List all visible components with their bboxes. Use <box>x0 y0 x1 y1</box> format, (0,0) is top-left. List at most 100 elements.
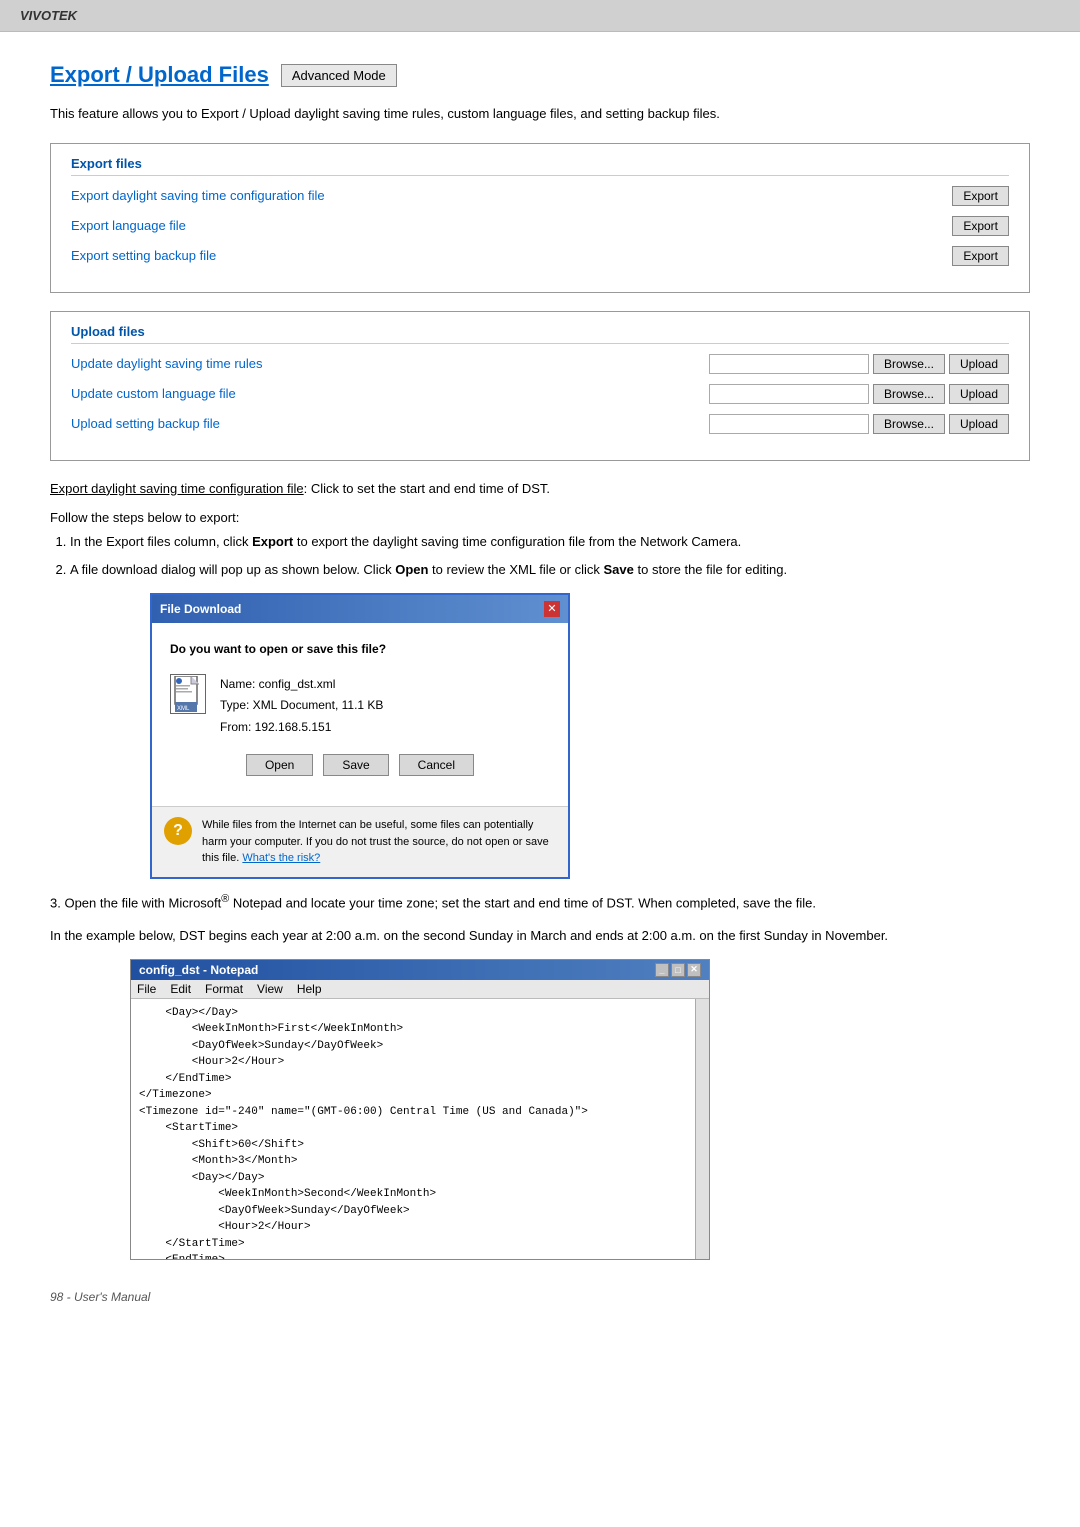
notepad-line: <Shift>60</Shift> <box>139 1137 701 1154</box>
notepad-line: <Month>3</Month> <box>139 1153 701 1170</box>
notepad-menu-edit[interactable]: Edit <box>170 982 191 996</box>
notepad-menu-view[interactable]: View <box>257 982 283 996</box>
notepad-line: <EndTime> <box>139 1252 701 1259</box>
dst-link[interactable]: Export daylight saving time configuratio… <box>50 481 304 496</box>
upload-backup-button[interactable]: Upload <box>949 414 1009 434</box>
warning-icon: ? <box>164 817 192 845</box>
notepad-line: </Timezone> <box>139 1087 701 1104</box>
upload-backup-label: Upload setting backup file <box>71 416 709 431</box>
footer-text: 98 - User's Manual <box>50 1290 1030 1304</box>
dst-link-desc: : Click to set the start and end time of… <box>304 481 550 496</box>
dialog-body: Do you want to open or save this file? X… <box>152 623 568 806</box>
upload-dst-input[interactable] <box>709 354 869 374</box>
notepad-menu-file[interactable]: File <box>137 982 156 996</box>
dialog-titlebar: File Download ✕ <box>152 595 568 623</box>
export-files-section: Export files Export daylight saving time… <box>50 143 1030 293</box>
notepad-line: </EndTime> <box>139 1071 701 1088</box>
export-lang-row: Export language file Export <box>71 216 1009 236</box>
file-download-dialog: File Download ✕ Do you want to open or s… <box>150 593 570 879</box>
svg-text:XML: XML <box>177 706 190 712</box>
page-title: Export / Upload Files <box>50 62 269 88</box>
notepad-menu-format[interactable]: Format <box>205 982 243 996</box>
notepad-line: <Day></Day> <box>139 1170 701 1187</box>
export-legend: Export files <box>65 156 1009 171</box>
notepad-scrollbar[interactable] <box>695 999 709 1259</box>
upload-legend: Upload files <box>65 324 1009 339</box>
notepad-menubar: File Edit Format View Help <box>131 980 709 999</box>
step3-prefix: Open the file with Microsoft <box>64 895 221 910</box>
notepad-line: <WeekInMonth>First</WeekInMonth> <box>139 1021 701 1038</box>
dialog-close-button[interactable]: ✕ <box>544 601 560 617</box>
upload-backup-row: Upload setting backup file Browse... Upl… <box>71 414 1009 434</box>
dialog-name: Name: config_dst.xml <box>220 674 383 696</box>
notepad-line: <Day></Day> <box>139 1005 701 1022</box>
dialog-buttons: Open Save Cancel <box>170 754 550 776</box>
upload-files-section: Upload files Update daylight saving time… <box>50 311 1030 461</box>
warning-text: While files from the Internet can be use… <box>202 817 556 867</box>
dialog-save-button[interactable]: Save <box>323 754 388 776</box>
step1-bold: Export <box>252 534 293 549</box>
export-dst-label: Export daylight saving time configuratio… <box>71 188 952 203</box>
upload-lang-button[interactable]: Upload <box>949 384 1009 404</box>
dialog-question: Do you want to open or save this file? <box>170 639 550 659</box>
export-backup-row: Export setting backup file Export <box>71 246 1009 266</box>
dst-instruction: Export daylight saving time configuratio… <box>50 479 1030 500</box>
step-2: A file download dialog will pop up as sh… <box>70 559 1030 879</box>
file-icon: XML <box>170 674 206 714</box>
notepad-title: config_dst - Notepad <box>139 963 258 977</box>
whats-risk-link[interactable]: What's the risk? <box>242 852 320 864</box>
upload-lang-row: Update custom language file Browse... Up… <box>71 384 1009 404</box>
advanced-mode-button[interactable]: Advanced Mode <box>281 64 397 87</box>
upload-lang-input[interactable] <box>709 384 869 404</box>
upload-dst-label: Update daylight saving time rules <box>71 356 709 371</box>
dialog-type: Type: XML Document, 11.1 KB <box>220 695 383 717</box>
dialog-open-button[interactable]: Open <box>246 754 313 776</box>
description-text: This feature allows you to Export / Uplo… <box>50 104 1030 125</box>
notepad-titlebar-buttons: _ □ ✕ <box>655 963 701 977</box>
step2-cont: to store the file for editing. <box>634 562 787 577</box>
notepad-line: </StartTime> <box>139 1236 701 1253</box>
step3-text: 3. Open the file with Microsoft® Notepad… <box>50 891 1030 914</box>
notepad-content: <Day></Day> <WeekInMonth>First</WeekInMo… <box>131 999 709 1259</box>
export-backup-button[interactable]: Export <box>952 246 1009 266</box>
notepad-line: <StartTime> <box>139 1120 701 1137</box>
step3-cont: Notepad and locate your time zone; set t… <box>229 895 816 910</box>
notepad-restore-button[interactable]: □ <box>671 963 685 977</box>
dialog-cancel-button[interactable]: Cancel <box>399 754 474 776</box>
notepad-line: <DayOfWeek>Sunday</DayOfWeek> <box>139 1203 701 1220</box>
notepad-line: <DayOfWeek>Sunday</DayOfWeek> <box>139 1038 701 1055</box>
step2-mid: to review the XML file or click <box>428 562 603 577</box>
step2-bold2: Save <box>604 562 634 577</box>
notepad-line: <Hour>2</Hour> <box>139 1219 701 1236</box>
dialog-file-info: XML Name: config_dst.xml Type: XML Docum… <box>170 674 550 739</box>
steps-list: In the Export files column, click Export… <box>70 531 1030 879</box>
dialog-from: From: 192.168.5.151 <box>220 717 383 739</box>
step2-bold1: Open <box>395 562 428 577</box>
notepad-minimize-button[interactable]: _ <box>655 963 669 977</box>
brand-header: VIVOTEK <box>0 0 1080 32</box>
step1-cont: to export the daylight saving time confi… <box>293 534 741 549</box>
browse-dst-button[interactable]: Browse... <box>873 354 945 374</box>
export-lang-button[interactable]: Export <box>952 216 1009 236</box>
export-dst-button[interactable]: Export <box>952 186 1009 206</box>
browse-lang-button[interactable]: Browse... <box>873 384 945 404</box>
upload-backup-input[interactable] <box>709 414 869 434</box>
upload-dst-row: Update daylight saving time rules Browse… <box>71 354 1009 374</box>
notepad-titlebar: config_dst - Notepad _ □ ✕ <box>131 960 709 980</box>
notepad-close-button[interactable]: ✕ <box>687 963 701 977</box>
upload-dst-button[interactable]: Upload <box>949 354 1009 374</box>
notepad-line: <Timezone id="-240" name="(GMT-06:00) Ce… <box>139 1104 701 1121</box>
notepad-screenshot: config_dst - Notepad _ □ ✕ File Edit For… <box>130 959 710 1260</box>
steps-intro: Follow the steps below to export: <box>50 510 1030 525</box>
notepad-menu-help[interactable]: Help <box>297 982 322 996</box>
export-lang-label: Export language file <box>71 218 952 233</box>
browse-backup-button[interactable]: Browse... <box>873 414 945 434</box>
dialog-file-details: Name: config_dst.xml Type: XML Document,… <box>220 674 383 739</box>
step-1: In the Export files column, click Export… <box>70 531 1030 553</box>
upload-lang-label: Update custom language file <box>71 386 709 401</box>
step1-text: In the Export files column, click <box>70 534 252 549</box>
notepad-line: <WeekInMonth>Second</WeekInMonth> <box>139 1186 701 1203</box>
page-header: Export / Upload Files Advanced Mode <box>50 62 1030 88</box>
export-backup-label: Export setting backup file <box>71 248 952 263</box>
dialog-title: File Download <box>160 599 241 619</box>
